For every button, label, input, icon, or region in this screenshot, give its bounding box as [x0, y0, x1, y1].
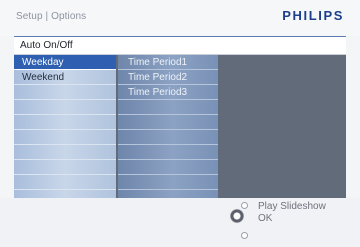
submenu-item-label: Time Period3	[128, 87, 188, 98]
empty-row	[118, 175, 218, 190]
empty-row	[118, 160, 218, 175]
down-nav-icon	[241, 232, 248, 239]
setup-options-screen: Setup | Options PHILIPS Auto On/Off Week…	[0, 0, 360, 247]
ok-button-icon	[230, 209, 244, 223]
breadcrumb: Setup | Options	[16, 11, 87, 22]
empty-row	[14, 100, 116, 115]
empty-row	[14, 115, 116, 130]
menu-item-label: Weekend	[22, 72, 65, 83]
submenu-item-time-period-2[interactable]: Time Period2	[118, 70, 218, 85]
brand-logo: PHILIPS	[282, 8, 344, 23]
empty-row	[14, 160, 116, 175]
submenu-item-label: Time Period1	[128, 57, 188, 68]
menu-item-label: Weekday	[22, 57, 64, 68]
submenu-item-time-period-1[interactable]: Time Period1	[118, 55, 218, 70]
menu-title: Auto On/Off	[20, 40, 73, 51]
empty-row	[118, 100, 218, 115]
empty-row	[14, 130, 116, 145]
empty-row	[118, 145, 218, 160]
day-type-list: Weekday Weekend	[14, 55, 116, 198]
empty-row	[14, 85, 116, 100]
submenu-item-time-period-3[interactable]: Time Period3	[118, 85, 218, 100]
menu-title-bar: Auto On/Off	[14, 37, 346, 55]
up-nav-icon	[241, 202, 248, 209]
ok-hint: OK	[258, 213, 273, 224]
header-bar: Setup | Options PHILIPS	[0, 0, 360, 36]
empty-row	[14, 175, 116, 190]
empty-row	[118, 115, 218, 130]
submenu-item-label: Time Period2	[128, 72, 188, 83]
empty-row	[118, 130, 218, 145]
menu-item-weekend[interactable]: Weekend	[14, 70, 116, 85]
menu-panel: Weekday Weekend Time Period1 Time Period…	[14, 55, 346, 198]
play-slideshow-hint: Play Slideshow	[258, 201, 326, 212]
time-period-list: Time Period1 Time Period2 Time Period3	[118, 55, 218, 198]
menu-item-weekday[interactable]: Weekday	[14, 55, 116, 70]
empty-row	[14, 145, 116, 160]
